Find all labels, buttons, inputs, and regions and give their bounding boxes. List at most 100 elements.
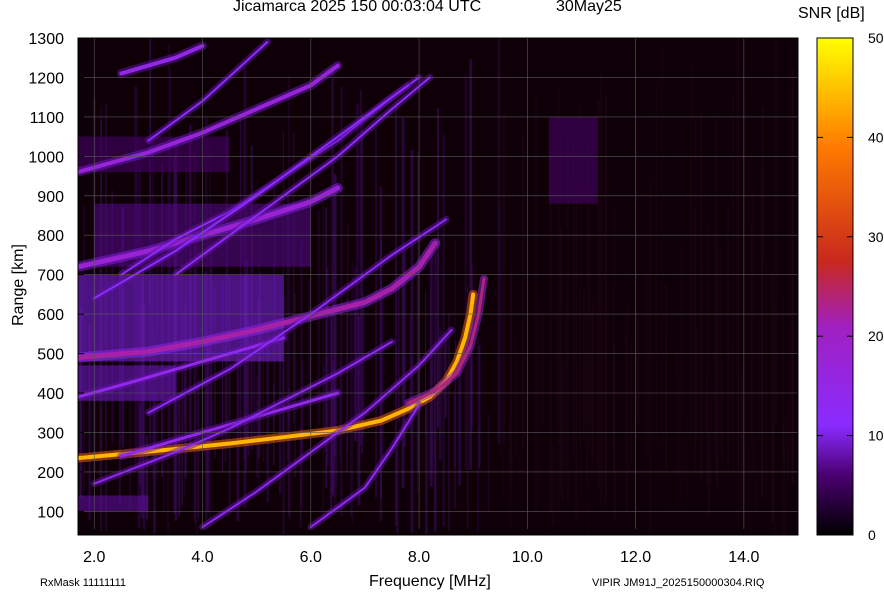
noise-streak bbox=[448, 313, 450, 531]
noise-streak bbox=[325, 207, 328, 489]
noise-streak bbox=[775, 40, 778, 426]
noise-streak bbox=[630, 338, 633, 465]
chart-date: 30May25 bbox=[556, 0, 622, 15]
noise-streak bbox=[685, 416, 688, 502]
noise-streak bbox=[660, 42, 664, 448]
y-tick-label: 900 bbox=[37, 189, 64, 206]
noise-streak bbox=[730, 337, 733, 441]
noise-streak bbox=[521, 135, 525, 447]
noise-streak bbox=[425, 290, 427, 439]
noise-streak bbox=[517, 352, 520, 521]
noise-streak bbox=[681, 246, 684, 482]
noise-streak bbox=[350, 310, 352, 518]
noise-streak bbox=[697, 328, 699, 440]
noise-streak bbox=[549, 153, 552, 513]
y-tick-label: 200 bbox=[37, 465, 64, 482]
colorbar-tick-label: 50 bbox=[868, 30, 884, 46]
y-tick-label: 100 bbox=[37, 504, 64, 521]
colorbar bbox=[816, 37, 854, 536]
noise-streak bbox=[637, 317, 640, 427]
y-axis: 100 200 300 400 500 600 700 800 900 1000 1100 1200 1… bbox=[28, 31, 84, 521]
noise-streak bbox=[396, 443, 399, 534]
noise-streak bbox=[765, 262, 768, 497]
noise-streak bbox=[514, 338, 517, 457]
noise-streak bbox=[737, 190, 740, 522]
noise-streak bbox=[236, 346, 240, 521]
noise-streak bbox=[789, 42, 792, 447]
noise-streak bbox=[651, 356, 654, 448]
noise-streak bbox=[675, 349, 679, 476]
noise-streak bbox=[751, 186, 755, 475]
noise-streak bbox=[757, 320, 759, 525]
noise-streak bbox=[755, 333, 757, 518]
x-tick-label: 14.0 bbox=[728, 549, 759, 566]
noise-streak bbox=[541, 313, 544, 424]
noise-streak bbox=[701, 267, 703, 484]
y-tick-label: 700 bbox=[37, 268, 64, 285]
noise-streak bbox=[625, 308, 628, 511]
colorbar-tick-label: 40 bbox=[868, 129, 884, 145]
colorbar-tick-label: 20 bbox=[868, 328, 884, 344]
noise-streak bbox=[782, 421, 786, 535]
noise-streak bbox=[719, 249, 722, 456]
noise-streak bbox=[760, 168, 763, 497]
noise-streak bbox=[346, 298, 348, 473]
noise-streak bbox=[497, 38, 501, 444]
y-axis-title: Range [km] bbox=[10, 244, 27, 326]
diffuse-echo bbox=[548, 116, 598, 204]
noise-streak bbox=[535, 91, 537, 513]
y-tick-label: 1300 bbox=[28, 31, 64, 48]
file-label: VIPIR JM91J_2025150000304.RIQ bbox=[592, 577, 765, 589]
noise-streak bbox=[589, 174, 591, 426]
noise-streak bbox=[770, 271, 774, 523]
ionogram-svg: 2.0 4.0 6.0 8.0 10.0 12.0 14.0 100200300400500… bbox=[28, 30, 884, 566]
noise-streak bbox=[381, 292, 384, 462]
noise-streak bbox=[721, 358, 724, 468]
noise-streak bbox=[646, 274, 650, 452]
noise-streak bbox=[694, 211, 696, 473]
noise-streak bbox=[565, 308, 567, 471]
noise-streak bbox=[690, 64, 693, 430]
x-tick-label: 8.0 bbox=[408, 549, 430, 566]
noise-streak bbox=[375, 129, 377, 499]
diffuse-echo bbox=[78, 495, 149, 512]
noise-streak bbox=[628, 218, 630, 479]
noise-streak bbox=[601, 327, 604, 487]
noise-streak bbox=[786, 404, 789, 504]
noise-streak bbox=[397, 275, 400, 422]
noise-streak bbox=[487, 413, 490, 514]
x-tick-label: 2.0 bbox=[83, 549, 105, 566]
noise-streak bbox=[442, 134, 445, 526]
noise-streak bbox=[478, 345, 481, 468]
colorbar-tick-label: 30 bbox=[868, 229, 884, 245]
noise-streak bbox=[604, 168, 607, 523]
y-tick-label: 1200 bbox=[28, 70, 64, 87]
colorbar-tick-label: 10 bbox=[868, 428, 884, 444]
y-tick-label: 500 bbox=[37, 347, 64, 364]
noise-streak bbox=[791, 67, 795, 485]
noise-streak bbox=[438, 329, 442, 461]
noise-streak bbox=[649, 180, 651, 534]
noise-streak bbox=[559, 228, 563, 493]
noise-streak bbox=[410, 150, 414, 533]
y-tick-label: 800 bbox=[37, 228, 64, 245]
noise-streak bbox=[740, 370, 743, 516]
noise-streak bbox=[575, 180, 578, 522]
ionogram-chart: 2.0 4.0 6.0 8.0 10.0 12.0 14.0 100 200 300 400 500… bbox=[0, 0, 884, 595]
noise-streak bbox=[293, 132, 295, 423]
noise-streak bbox=[536, 306, 539, 447]
noise-streak bbox=[357, 315, 361, 506]
noise-streak bbox=[299, 427, 302, 528]
y-tick-label: 400 bbox=[37, 386, 64, 403]
noise-streak bbox=[322, 199, 325, 523]
noise-streak bbox=[710, 381, 712, 485]
y-tick-label: 300 bbox=[37, 425, 64, 442]
noise-streak bbox=[502, 115, 506, 445]
noise-streak bbox=[714, 119, 718, 455]
x-tick-label: 4.0 bbox=[191, 549, 213, 566]
noise-streak bbox=[591, 311, 593, 484]
x-tick-label: 6.0 bbox=[300, 549, 322, 566]
noise-streak bbox=[379, 186, 382, 499]
noise-streak bbox=[330, 315, 333, 512]
noise-streak bbox=[464, 75, 467, 471]
